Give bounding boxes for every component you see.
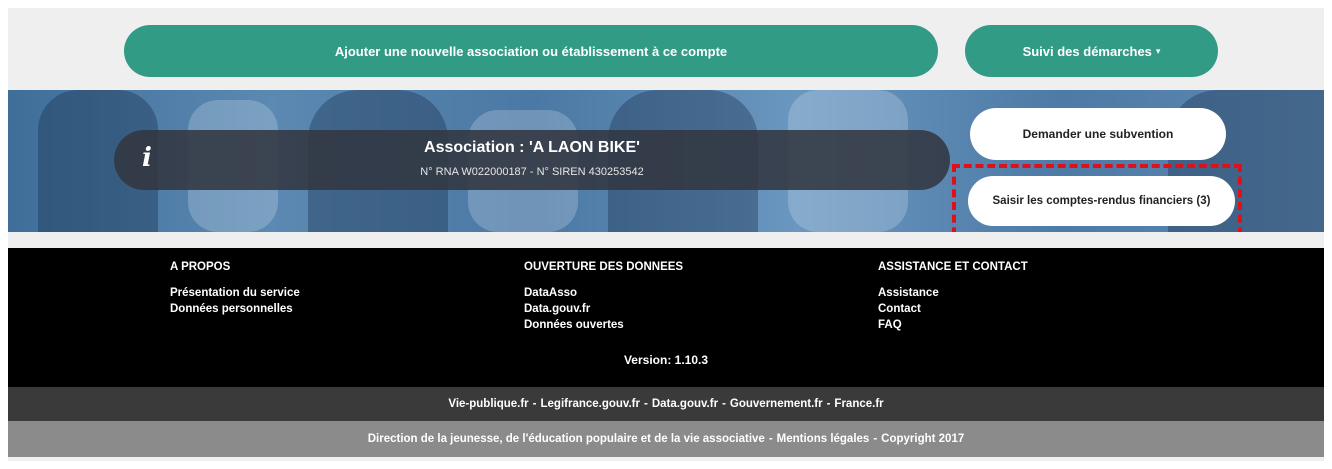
version-label: Version: 1.10.3 [623, 353, 709, 367]
caret-down-icon: ▾ [1155, 45, 1161, 56]
association-ids: N° RNA W022000187 - N° SIREN 430253542 [420, 166, 644, 178]
footer-legal: Direction de la jeunesse, de l'éducation… [8, 421, 1324, 457]
suivi-demarches-dropdown[interactable]: Suivi des démarches ▾ [965, 25, 1218, 77]
association-info-pill: i Association : 'A LAON BIKE' N° RNA W02… [114, 130, 950, 190]
footer-link-legifrance[interactable]: Legifrance.gouv.fr [541, 398, 640, 410]
association-name: Association : 'A LAON BIKE' [424, 139, 640, 156]
copyright-text: Copyright 2017 [881, 433, 965, 445]
saisir-comptes-rendus-button[interactable]: Saisir les comptes-rendus financiers (3) [968, 176, 1235, 226]
footer-link-donnees-ouvertes[interactable]: Données ouvertes [524, 317, 683, 333]
footer-link-france[interactable]: France.fr [834, 398, 883, 410]
footer-link-mentions-legales[interactable]: Mentions légales [777, 433, 870, 445]
footer-link-data-gouv[interactable]: Data.gouv.fr [524, 301, 683, 317]
footer-link-vie-publique[interactable]: Vie-publique.fr [448, 398, 528, 410]
add-association-label: Ajouter une nouvelle association ou étab… [334, 43, 728, 59]
page-frame: Ajouter une nouvelle association ou étab… [8, 8, 1324, 461]
footer-main: A PROPOS Présentation du service Données… [8, 248, 1324, 387]
footer-column-apropos: A PROPOS Présentation du service Données… [170, 261, 300, 317]
footer-link-faq[interactable]: FAQ [878, 317, 1028, 333]
footer-heading-apropos: A PROPOS [170, 261, 231, 273]
footer-separator: - [826, 398, 831, 410]
footer-separator: - [722, 398, 726, 410]
footer-link-assistance[interactable]: Assistance [878, 285, 1028, 301]
demander-subvention-button[interactable]: Demander une subvention [970, 108, 1226, 160]
footer-link-gouvernement[interactable]: Gouvernement.fr [730, 398, 823, 410]
suivi-demarches-label: Suivi des démarches [1022, 43, 1152, 59]
footer-column-assistance: ASSISTANCE ET CONTACT Assistance Contact… [878, 261, 1028, 333]
footer-link-djepva[interactable]: Direction de la jeunesse, de l'éducation… [368, 433, 765, 445]
footer-link-dataasso[interactable]: DataAsso [524, 285, 683, 301]
footer-heading-assistance: ASSISTANCE ET CONTACT [878, 261, 1028, 273]
footer-link-presentation[interactable]: Présentation du service [170, 285, 300, 301]
footer-link-contact[interactable]: Contact [878, 301, 1028, 317]
footer-separator: - [532, 398, 537, 410]
top-action-row: Ajouter une nouvelle association ou étab… [8, 8, 1324, 90]
footer-separator: - [873, 433, 878, 445]
demander-subvention-label: Demander une subvention [1022, 127, 1174, 141]
footer-heading-ouverture: OUVERTURE DES DONNEES [524, 261, 684, 273]
footer-link-donnees-personnelles[interactable]: Données personnelles [170, 301, 300, 317]
association-banner: i Association : 'A LAON BIKE' N° RNA W02… [8, 90, 1324, 232]
saisir-comptes-rendus-label: Saisir les comptes-rendus financiers (3) [992, 195, 1211, 207]
footer-separator: - [643, 398, 648, 410]
footer-link-data-gouv-external[interactable]: Data.gouv.fr [652, 398, 718, 410]
footer-column-ouverture: OUVERTURE DES DONNEES DataAsso Data.gouv… [524, 261, 683, 333]
add-association-button[interactable]: Ajouter une nouvelle association ou étab… [124, 25, 938, 77]
footer-separator: - [768, 433, 773, 445]
footer-external-links: Vie-publique.fr - Legifrance.gouv.fr - D… [8, 387, 1324, 421]
